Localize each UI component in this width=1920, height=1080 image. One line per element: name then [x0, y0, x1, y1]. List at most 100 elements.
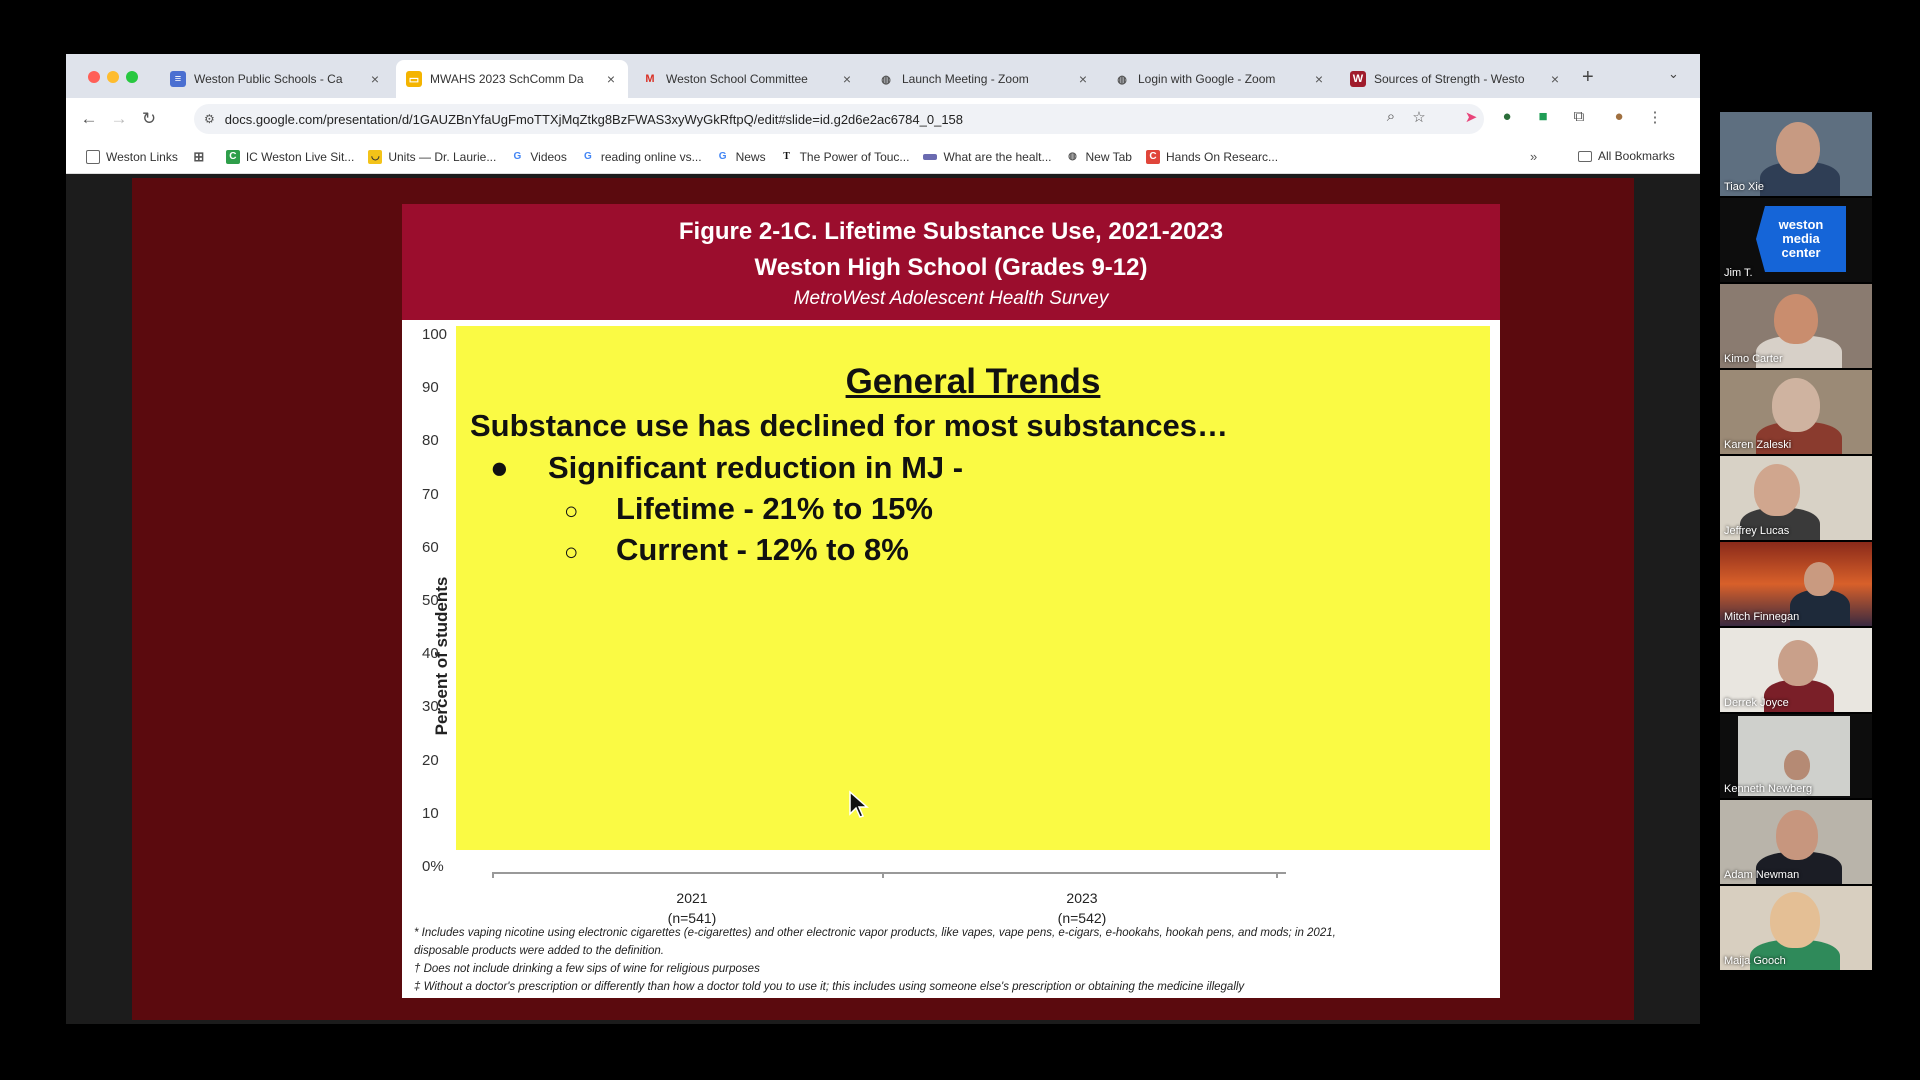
participant-tile-karen-zaleski[interactable]: Karen Zaleski: [1720, 370, 1872, 454]
extension-green-icon[interactable]: ■: [1532, 108, 1554, 125]
x-axis-line: [492, 872, 1286, 874]
bookmark-reading-online[interactable]: G reading online vs...: [581, 150, 702, 164]
hands-on-icon: C: [1145, 149, 1160, 164]
bookmark-hands-on-research[interactable]: C Hands On Researc...: [1145, 149, 1278, 164]
browser-toolbar: ← → ↻ ⚙ docs.google.com/presentation/d/1…: [66, 98, 1700, 140]
site-icon: [923, 153, 938, 160]
slide-header: Figure 2-1C. Lifetime Substance Use, 202…: [402, 204, 1500, 320]
bookmark-videos[interactable]: G Videos: [510, 150, 566, 164]
bookmark-weston-links[interactable]: Weston Links: [86, 149, 178, 164]
participant-tile-kimo-carter[interactable]: Kimo Carter: [1720, 284, 1872, 368]
close-tab-icon[interactable]: ×: [368, 71, 382, 87]
participant-tile-tiao-xie[interactable]: Tiao Xie: [1720, 112, 1872, 196]
participant-tile-adam-newman[interactable]: Adam Newman: [1720, 800, 1872, 884]
general-trends-subbullet-lifetime: ○ Lifetime - 21% to 15%: [564, 491, 933, 526]
globe-icon: ◍: [1117, 73, 1127, 86]
profile-avatar-icon[interactable]: ●: [1608, 108, 1630, 125]
screen: ≡ Weston Public Schools - Ca × ▭ MWAHS 2…: [0, 0, 1920, 1080]
x-category-2021: 2021: [676, 890, 708, 906]
y-tick-label: 70: [422, 485, 439, 503]
bookmark-new-tab[interactable]: ◍ New Tab: [1066, 150, 1132, 164]
participant-face: [1784, 750, 1810, 780]
bullet-circle-icon: ○: [564, 498, 579, 525]
new-tab-button[interactable]: +: [1582, 66, 1594, 89]
tab-sources-of-strength[interactable]: W Sources of Strength - Westo ×: [1340, 60, 1572, 98]
units-icon: ◡: [368, 149, 383, 164]
back-icon[interactable]: ←: [74, 109, 104, 129]
google-icon: G: [718, 151, 727, 162]
close-tab-icon[interactable]: ×: [840, 71, 854, 87]
general-trends-heading: General Trends: [845, 362, 1101, 401]
extensions-puzzle-icon[interactable]: ⧉: [1568, 108, 1590, 125]
apps-grid-icon: ⊞: [193, 148, 205, 164]
slide-background: Figure 2-1C. Lifetime Substance Use, 202…: [132, 178, 1634, 1020]
footnotes: * Includes vaping nicotine using electro…: [414, 924, 1494, 996]
general-trends-subbullet-current: ○ Current - 12% to 8%: [564, 532, 909, 567]
minimize-window-button[interactable]: [107, 71, 119, 83]
menu-kebab-icon[interactable]: ⋮: [1644, 108, 1666, 126]
w-site-icon: W: [1350, 71, 1366, 87]
footnote: † Does not include drinking a few sips o…: [414, 963, 760, 975]
footnote: ‡ Without a doctor's prescription or dif…: [414, 981, 1245, 993]
close-tab-icon[interactable]: ×: [1548, 71, 1562, 87]
participant-tile-jim-t[interactable]: weston media center Jim T.: [1720, 198, 1872, 282]
close-tab-icon[interactable]: ×: [1312, 71, 1326, 87]
y-tick-label: 90: [422, 379, 439, 397]
more-bookmarks-chevron-icon[interactable]: »: [1530, 149, 1537, 164]
bookmark-power-of-touch[interactable]: T The Power of Touc...: [780, 150, 909, 164]
y-tick-label: 10: [422, 804, 439, 822]
y-tick-label: 80: [422, 432, 439, 450]
y-tick-label: 100: [422, 326, 448, 343]
all-bookmarks-button[interactable]: All Bookmarks: [1578, 149, 1675, 163]
site-info-icon[interactable]: ⚙: [204, 112, 215, 126]
participant-tile-kenneth-newberg[interactable]: Kenneth Newberg: [1720, 714, 1872, 798]
survey-name: MetroWest Adolescent Health Survey: [793, 288, 1109, 309]
tab-login-google-zoom[interactable]: ◍ Login with Google - Zoom ×: [1104, 60, 1336, 98]
participant-face: [1754, 464, 1800, 516]
tab-weston-school-committee[interactable]: M Weston School Committee ×: [632, 60, 864, 98]
y-tick-label: 50: [422, 592, 439, 609]
participant-tile-mitch-finnegan[interactable]: Mitch Finnegan: [1720, 542, 1872, 626]
extension-circle-icon[interactable]: ●: [1496, 108, 1518, 125]
globe-icon: ◍: [1068, 151, 1077, 162]
participant-tile-maija-gooch[interactable]: Maija Gooch: [1720, 886, 1872, 970]
tab-mwahs-slides[interactable]: ▭ MWAHS 2023 SchComm Da ×: [396, 60, 628, 98]
address-bar[interactable]: ⚙ docs.google.com/presentation/d/1GAUZBn…: [194, 104, 1484, 134]
bookmark-units[interactable]: ◡ Units — Dr. Laurie...: [368, 149, 496, 164]
general-trends-overlay: General Trends Substance use has decline…: [456, 326, 1490, 850]
participant-face: [1776, 810, 1818, 860]
participant-face: [1804, 562, 1834, 596]
reload-icon[interactable]: ↻: [134, 109, 164, 129]
bookmarks-bar: Weston Links ⊞ C IC Weston Live Sit... ◡…: [66, 140, 1700, 174]
close-tab-icon[interactable]: ×: [1076, 71, 1090, 87]
gmail-icon: M: [645, 73, 655, 85]
close-tab-icon[interactable]: ×: [604, 71, 618, 87]
zoom-participant-gallery: Tiao Xie weston media center Jim T. Kimo…: [1720, 112, 1872, 970]
globe-icon: ◍: [881, 73, 891, 86]
url-text: docs.google.com/presentation/d/1GAUZBnYf…: [224, 111, 964, 127]
google-docs-icon: ≡: [170, 71, 186, 87]
presentation-area: Figure 2-1C. Lifetime Substance Use, 202…: [66, 174, 1700, 1024]
extension-arrow-icon[interactable]: ➤: [1460, 108, 1482, 126]
participant-tile-derrek-joyce[interactable]: Derrek Joyce: [1720, 628, 1872, 712]
figure-title: Figure 2-1C. Lifetime Substance Use, 202…: [678, 218, 1224, 245]
zoom-icon[interactable]: ⌕: [1380, 108, 1402, 125]
bookmark-star-icon[interactable]: ☆: [1408, 108, 1430, 126]
close-window-button[interactable]: [88, 71, 100, 83]
x-category-2023: 2023: [1066, 890, 1098, 906]
forward-icon[interactable]: →: [104, 109, 134, 129]
participant-face: [1772, 378, 1820, 432]
google-slides-icon: ▭: [406, 71, 422, 87]
bookmark-apps[interactable]: ⊞: [192, 148, 212, 164]
y-tick-label: 60: [422, 538, 439, 556]
bookmark-ic-weston[interactable]: C IC Weston Live Sit...: [225, 149, 354, 164]
tab-launch-meeting-zoom[interactable]: ◍ Launch Meeting - Zoom ×: [868, 60, 1100, 98]
tab-search-chevron-icon[interactable]: ⌄: [1668, 66, 1679, 82]
weston-media-center-logo: weston media center: [1756, 206, 1846, 272]
tab-weston-public-schools[interactable]: ≡ Weston Public Schools - Ca ×: [160, 60, 392, 98]
bookmark-news[interactable]: G News: [716, 150, 766, 164]
participant-face: [1770, 892, 1820, 948]
maximize-window-button[interactable]: [126, 71, 138, 83]
participant-tile-jeffrey-lucas[interactable]: Jeffrey Lucas: [1720, 456, 1872, 540]
bookmark-what-are-health[interactable]: What are the healt...: [923, 150, 1052, 164]
